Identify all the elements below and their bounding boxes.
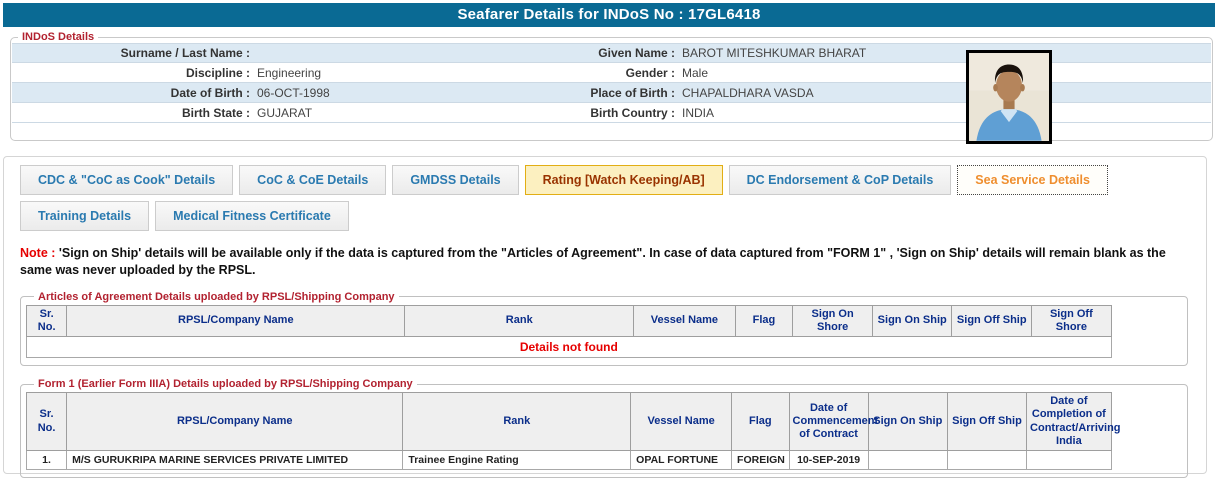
form1-cell-sr: 1. (25, 449, 68, 470)
aoa-header-row: Sr. No. RPSL/Company Name Rank Vessel Na… (25, 304, 1112, 338)
indos-details-legend: INDoS Details (22, 31, 95, 43)
date-of-birth-value: 06-OCT-1998 (257, 85, 330, 100)
tab-coc-coe[interactable]: CoC & CoE Details (239, 165, 387, 195)
place-of-birth-label: Place of Birth : (590, 85, 675, 100)
aoa-col-rank: Rank (404, 304, 635, 338)
aoa-col-sr-no: Sr. No. (25, 304, 68, 338)
form1-legend: Form 1 (Earlier Form IIIA) Details uploa… (38, 378, 413, 391)
form1-col-vessel: Vessel Name (630, 392, 733, 451)
discipline-label: Discipline : (185, 65, 250, 80)
gender-label: Gender : (625, 65, 675, 80)
aoa-empty-row: Details not found (26, 336, 1112, 359)
form1-cell-sign-on-ship (867, 449, 948, 470)
form1-cell-flag: FOREIGN (731, 449, 790, 470)
tab-dc-endorsement-cop[interactable]: DC Endorsement & CoP Details (728, 165, 952, 195)
tab-gmdss[interactable]: GMDSS Details (392, 165, 519, 195)
tab-training-details[interactable]: Training Details (20, 201, 150, 231)
form1-cell-rank: Trainee Engine Rating (402, 449, 632, 470)
indos-details-section: INDoS Details Surname / Last Name : Give… (10, 31, 1213, 144)
tab-medical-fitness[interactable]: Medical Fitness Certificate (155, 201, 349, 231)
form1-col-company: RPSL/Company Name (66, 392, 404, 451)
form1-section: Form 1 (Earlier Form IIIA) Details uploa… (20, 378, 1188, 478)
surname-label: Surname / Last Name : (120, 46, 250, 60)
sign-on-ship-note: Note : 'Sign on Ship' details will be av… (20, 245, 1186, 279)
date-of-birth-label: Date of Birth : (170, 85, 250, 100)
birth-state-label: Birth State : (181, 105, 250, 120)
details-not-found-message: Details not found (26, 336, 1112, 359)
note-text: 'Sign on Ship' details will be available… (20, 246, 1166, 277)
form1-col-flag: Flag (731, 392, 790, 451)
form1-cell-date-completion (1026, 449, 1112, 470)
aoa-col-flag: Flag (734, 304, 794, 338)
birth-country-label: Birth Country : (590, 105, 675, 120)
aoa-col-vessel: Vessel Name (633, 304, 736, 338)
form1-cell-company: M/S GURUKRIPA MARINE SERVICES PRIVATE LI… (66, 449, 404, 470)
form1-data-row: 1. M/S GURUKRIPA MARINE SERVICES PRIVATE… (25, 449, 1112, 470)
aoa-col-company: RPSL/Company Name (66, 304, 406, 338)
tab-rating-watch-keeping[interactable]: Rating [Watch Keeping/AB] (524, 165, 723, 195)
form1-col-sign-off-ship: Sign Off Ship (946, 392, 1028, 451)
aoa-col-sign-on-shore: Sign On Shore (792, 304, 873, 338)
aoa-col-sign-off-ship: Sign Off Ship (951, 304, 1033, 338)
seafarer-tab-panel: CDC & "CoC as Cook" Details CoC & CoE De… (3, 156, 1207, 478)
seafarer-photo-illustration (969, 53, 1049, 141)
discipline-value: Engineering (257, 65, 322, 80)
place-of-birth-value: CHAPALDHARA VASDA (682, 85, 814, 100)
form1-col-sign-on-ship: Sign On Ship (867, 392, 948, 451)
form1-header-row: Sr. No. RPSL/Company Name Rank Vessel Na… (25, 392, 1121, 451)
form1-col-sr-no: Sr. No. (25, 392, 68, 451)
aoa-col-sign-off-shore: Sign Off Shore (1031, 304, 1112, 338)
form1-col-date-commencement: Date of Commencement of Contract (788, 392, 878, 451)
birth-country-value: INDIA (682, 105, 715, 120)
gender-value: Male (682, 65, 709, 80)
articles-of-agreement-legend: Articles of Agreement Details uploaded b… (38, 290, 395, 303)
tab-strip: CDC & "CoC as Cook" Details CoC & CoE De… (20, 165, 1192, 231)
articles-of-agreement-section: Articles of Agreement Details uploaded b… (20, 290, 1188, 367)
tab-sea-service-details[interactable]: Sea Service Details (957, 165, 1108, 195)
form1-cell-vessel: OPAL FORTUNE (630, 449, 733, 470)
aoa-col-sign-on-ship: Sign On Ship (871, 304, 953, 338)
birth-state-value: GUJARAT (257, 105, 313, 120)
tab-cdc-coc-as-cook[interactable]: CDC & "CoC as Cook" Details (20, 165, 234, 195)
form1-col-rank: Rank (402, 392, 632, 451)
page-title: Seafarer Details for INDoS No : 17GL6418 (3, 3, 1215, 27)
given-name-value: BAROT MITESHKUMAR BHARAT (682, 46, 867, 60)
form1-table: Sr. No. RPSL/Company Name Rank Vessel Na… (25, 392, 1121, 470)
form1-col-date-completion: Date of Completion of Contract/Arriving … (1026, 392, 1121, 451)
note-label: Note : (20, 246, 56, 260)
form1-cell-sign-off-ship (946, 449, 1028, 470)
given-name-label: Given Name : (598, 46, 675, 60)
articles-of-agreement-table: Sr. No. RPSL/Company Name Rank Vessel Na… (25, 304, 1112, 359)
seafarer-photo (966, 50, 1052, 144)
form1-cell-date-commencement: 10-SEP-2019 (788, 449, 869, 470)
